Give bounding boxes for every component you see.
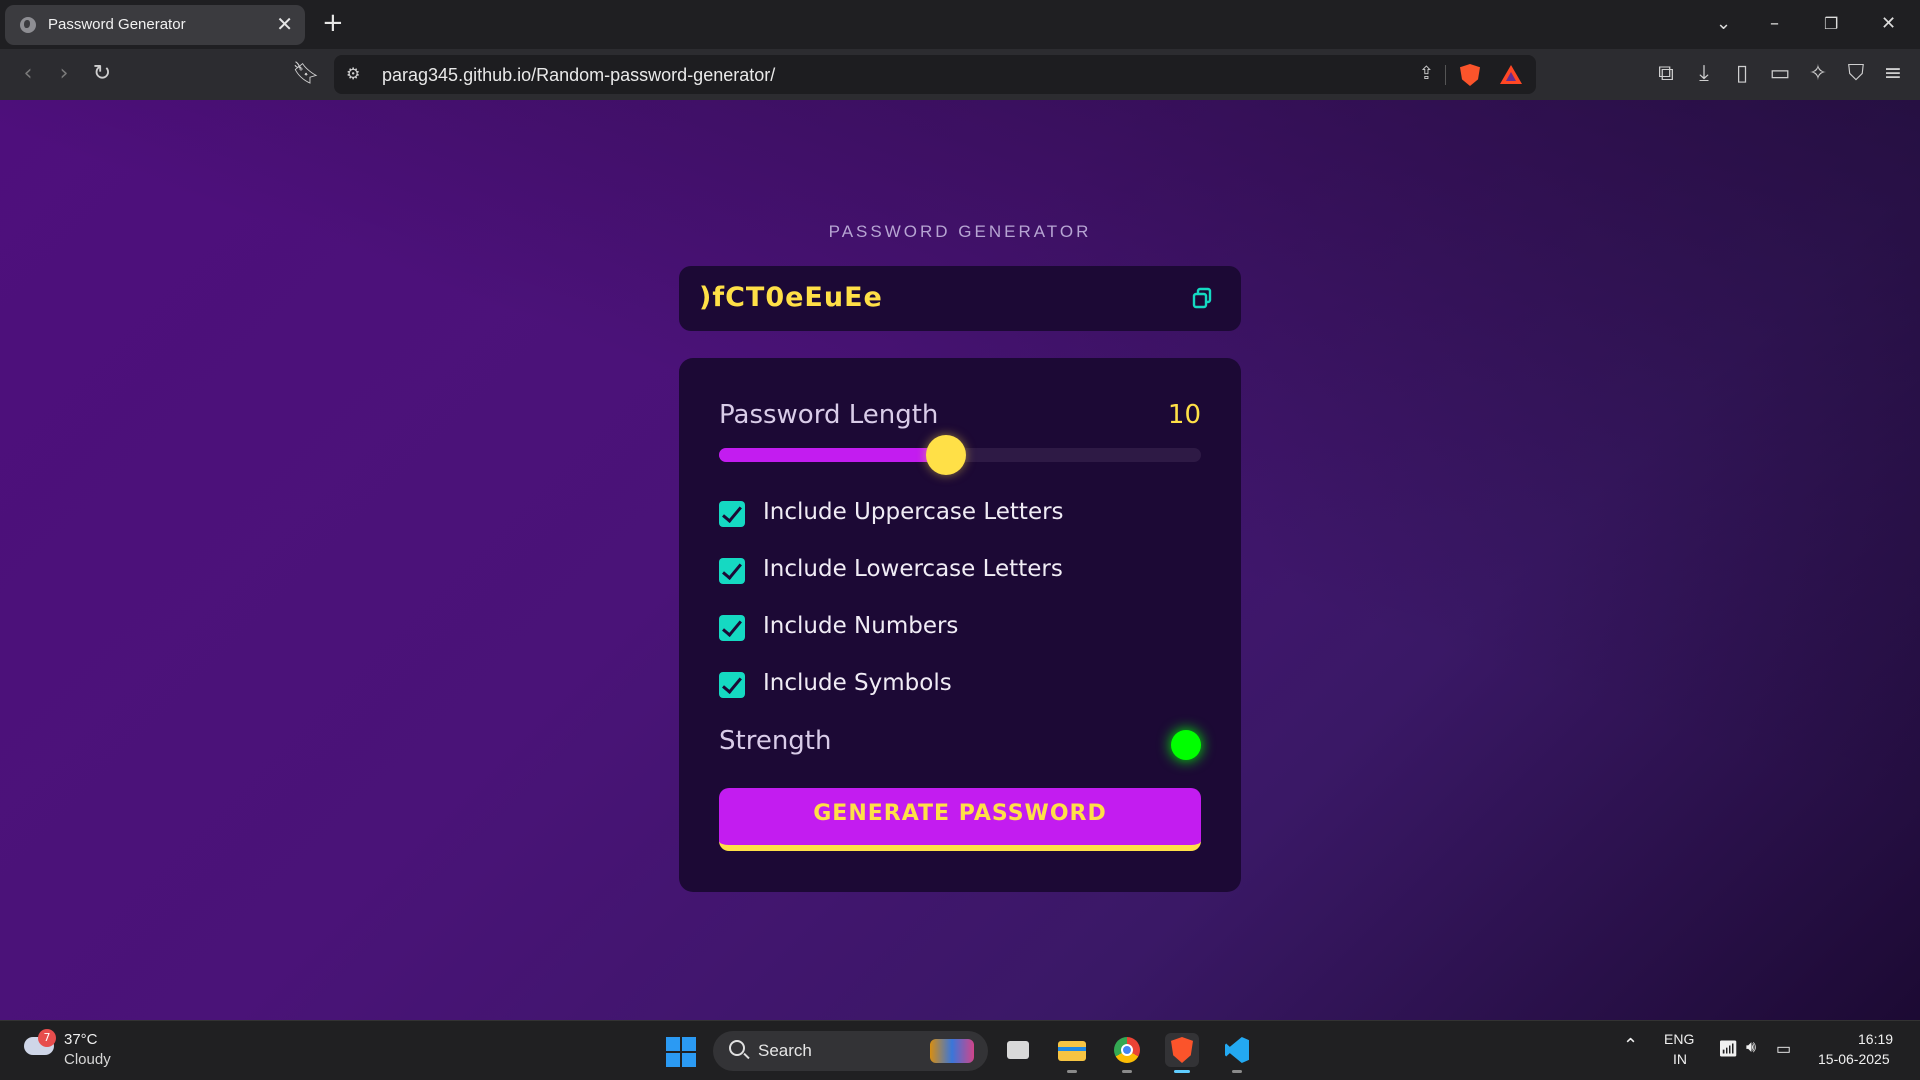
checkbox-uppercase[interactable] <box>719 501 745 527</box>
app-running-indicator <box>1232 1070 1242 1073</box>
length-label: Password Length <box>719 400 939 430</box>
option-symbols[interactable]: Include Symbols <box>719 668 1199 700</box>
slider-fill <box>719 448 946 462</box>
site-settings-icon[interactable]: ⚙ <box>346 64 360 83</box>
copy-icon[interactable] <box>1191 287 1213 309</box>
page-content: PASSWORD GENERATOR )fCT0eEuEe Password L… <box>0 100 1920 1020</box>
region-code[interactable]: IN <box>1673 1051 1687 1067</box>
browser-tabstrip: Password Generator ✕ + ⌄ – ❐ ✕ <box>0 0 1920 49</box>
strength-indicator <box>1171 730 1201 760</box>
divider <box>1445 65 1446 85</box>
brave-browser-icon[interactable] <box>1165 1033 1199 1073</box>
forward-button[interactable]: › <box>50 61 78 87</box>
leo-ai-icon[interactable]: ✧ <box>1804 61 1832 87</box>
tab-title: Password Generator <box>48 16 186 33</box>
password-display: )fCT0eEuEe <box>679 266 1241 331</box>
windows-start-icon[interactable] <box>666 1037 696 1067</box>
new-tab-button[interactable]: + <box>322 8 344 38</box>
share-icon[interactable]: ⇪ <box>1419 63 1434 84</box>
windows-taskbar: 7 37°C Cloudy Search ⌃ ENG IN 📶︎ 🔊︎ ▭ 16… <box>0 1020 1920 1080</box>
restore-button[interactable]: ❐ <box>1824 10 1838 38</box>
volume-icon[interactable]: 🔊︎ <box>1746 1039 1756 1057</box>
notification-badge: 7 <box>38 1029 56 1047</box>
search-highlight-icon <box>930 1039 974 1063</box>
taskbar-search[interactable]: Search <box>713 1031 988 1071</box>
globe-icon <box>20 17 36 33</box>
option-label: Include Symbols <box>763 670 952 696</box>
app-running-indicator <box>1067 1070 1077 1073</box>
generate-password-button[interactable]: GENERATE PASSWORD <box>719 788 1201 851</box>
tab-close-button[interactable]: ✕ <box>276 12 293 36</box>
search-label: Search <box>758 1041 812 1060</box>
address-bar[interactable]: ⚙ parag345.github.io/Random-password-gen… <box>334 55 1536 94</box>
reload-button[interactable]: ↻ <box>88 61 116 87</box>
back-button[interactable]: ‹ <box>14 61 42 87</box>
vscode-icon[interactable] <box>1220 1033 1254 1073</box>
option-label: Include Lowercase Letters <box>763 556 1063 582</box>
generate-button-label: GENERATE PASSWORD <box>813 801 1107 826</box>
checkbox-lowercase[interactable] <box>719 558 745 584</box>
checkbox-numbers[interactable] <box>719 615 745 641</box>
file-explorer-icon[interactable] <box>1055 1033 1089 1073</box>
option-lowercase[interactable]: Include Lowercase Letters <box>719 554 1199 586</box>
option-label: Include Uppercase Letters <box>763 499 1064 525</box>
show-hidden-icons-chevron-icon[interactable]: ⌃ <box>1623 1035 1638 1056</box>
tab-list-chevron-icon[interactable]: ⌄ <box>1716 10 1731 38</box>
app-running-indicator <box>1122 1070 1132 1073</box>
extensions-icon[interactable]: ⧉ <box>1652 61 1680 87</box>
wifi-icon[interactable]: 📶︎ <box>1718 1039 1738 1059</box>
downloads-icon[interactable]: ⤓ <box>1690 61 1718 87</box>
chrome-icon[interactable] <box>1110 1033 1144 1073</box>
weather-temperature: 37°C <box>64 1031 98 1048</box>
length-slider[interactable] <box>719 435 1201 475</box>
generated-password[interactable]: )fCT0eEuEe <box>699 282 883 313</box>
wallet-icon[interactable]: ▭ <box>1766 61 1794 87</box>
sidebar-icon[interactable]: ▯ <box>1728 61 1756 87</box>
clock-date[interactable]: 15-06-2025 <box>1818 1051 1890 1067</box>
brave-rewards-icon[interactable] <box>1500 65 1522 84</box>
brave-shields-icon[interactable] <box>1460 64 1480 86</box>
minimize-button[interactable]: – <box>1770 10 1779 38</box>
browser-toolbar: ‹ › ↻ 🔖︎ ⚙ parag345.github.io/Random-pas… <box>0 49 1920 100</box>
checkbox-symbols[interactable] <box>719 672 745 698</box>
bookmark-icon[interactable]: 🔖︎ <box>292 61 320 87</box>
menu-icon[interactable]: ≡ <box>1879 61 1907 87</box>
language-code[interactable]: ENG <box>1664 1031 1694 1047</box>
weather-condition: Cloudy <box>64 1051 111 1068</box>
window-close-button[interactable]: ✕ <box>1881 10 1896 38</box>
url-text[interactable]: parag345.github.io/Random-password-gener… <box>382 65 775 86</box>
vpn-shield-icon[interactable]: ⛉ <box>1842 61 1870 87</box>
option-numbers[interactable]: Include Numbers <box>719 611 1199 643</box>
search-icon <box>729 1040 745 1056</box>
option-label: Include Numbers <box>763 613 959 639</box>
settings-panel: Password Length 10 Include Uppercase Let… <box>679 358 1241 892</box>
strength-label: Strength <box>719 726 832 756</box>
clock-time[interactable]: 16:19 <box>1858 1031 1893 1047</box>
page-title: PASSWORD GENERATOR <box>828 222 1092 241</box>
option-uppercase[interactable]: Include Uppercase Letters <box>719 497 1199 529</box>
app-active-indicator <box>1174 1070 1190 1073</box>
browser-tab[interactable]: Password Generator ✕ <box>5 5 305 45</box>
battery-icon[interactable]: ▭ <box>1776 1039 1791 1059</box>
task-view-icon[interactable] <box>1001 1033 1035 1067</box>
slider-thumb[interactable] <box>925 435 966 475</box>
length-value: 10 <box>1167 400 1201 430</box>
